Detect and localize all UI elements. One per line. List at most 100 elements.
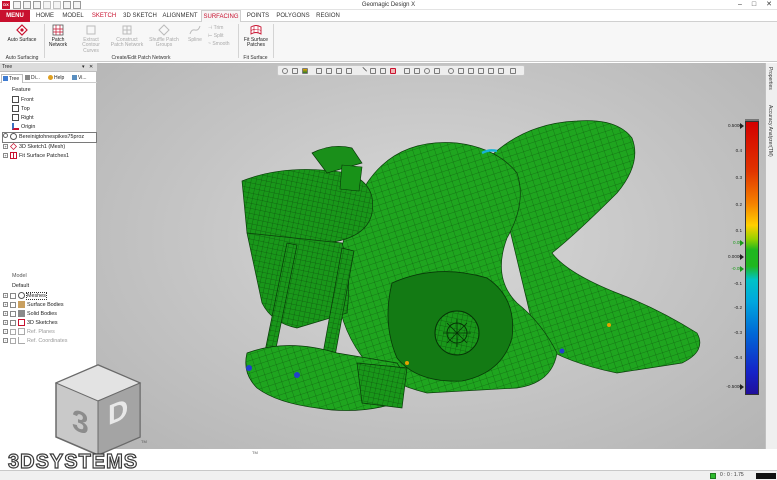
tree-item-ref-planes[interactable]: + Ref. Planes bbox=[3, 328, 55, 337]
checkbox[interactable] bbox=[10, 302, 16, 308]
checkbox[interactable] bbox=[10, 338, 16, 344]
colorbar-gradient bbox=[745, 121, 759, 395]
progress-bar bbox=[756, 473, 776, 479]
tab-polygons[interactable]: POLYGONS bbox=[276, 10, 310, 22]
extract-contour-button[interactable]: Extract Contour Curves bbox=[76, 24, 106, 54]
expand-icon[interactable]: + bbox=[3, 338, 8, 343]
expand-icon[interactable]: + bbox=[3, 302, 8, 307]
maximize-icon[interactable]: □ bbox=[747, 0, 761, 10]
checkbox[interactable] bbox=[10, 320, 16, 326]
tree-tab[interactable]: Tree bbox=[1, 74, 23, 83]
tree-item-solid-bodies[interactable]: + Solid Bodies bbox=[3, 310, 57, 319]
tree-item-origin[interactable]: Origin bbox=[12, 123, 35, 132]
tree-item-label: Bereinigtohnespikes75proz bbox=[19, 134, 85, 140]
split-button[interactable]: ⊢ Split bbox=[208, 33, 223, 40]
tree-item-fit-surface[interactable]: + Fit Surface Patches1 bbox=[3, 152, 69, 161]
trim-button[interactable]: ⊣ Trim bbox=[208, 25, 223, 32]
tree-item-default[interactable]: Default bbox=[12, 282, 29, 291]
fit-surface-icon bbox=[10, 152, 17, 159]
tree-item-3d-sketch[interactable]: +3D Sketch1 (Mesh) bbox=[3, 143, 65, 152]
expand-icon[interactable]: + bbox=[3, 320, 8, 325]
patch-network-button[interactable]: Patch Network bbox=[46, 24, 70, 54]
expand-icon[interactable]: + bbox=[3, 329, 8, 334]
plane-icon bbox=[12, 96, 19, 103]
tab-model[interactable]: MODEL bbox=[60, 10, 86, 22]
pin-icon[interactable]: ▾ bbox=[82, 63, 85, 72]
tab-3d-sketch[interactable]: 3D SKETCH bbox=[122, 10, 158, 22]
logo-tm: TM bbox=[141, 439, 147, 444]
checkbox[interactable] bbox=[10, 329, 16, 335]
checkbox[interactable] bbox=[10, 311, 16, 317]
spline-icon bbox=[189, 25, 201, 35]
tree-item-mesh[interactable]: Bereinigtohnespikes75proz bbox=[2, 132, 97, 143]
fit-surface-patches-button[interactable]: Fit Surface Patches bbox=[241, 24, 271, 54]
display-icon bbox=[25, 75, 30, 80]
colorbar-label: -0.2 bbox=[734, 305, 742, 310]
minimize-icon[interactable]: – bbox=[733, 0, 747, 10]
construct-patch-button[interactable]: Construct Patch Network bbox=[110, 24, 144, 54]
menu-button[interactable]: MENU bbox=[0, 10, 30, 22]
tree-item-label: Ref. Planes bbox=[27, 329, 55, 335]
colorbar-label: 0.2 bbox=[735, 202, 742, 207]
model-header: Model bbox=[12, 273, 27, 279]
colorbar-label: -0.5000 bbox=[726, 384, 742, 389]
close-icon[interactable]: ✕ bbox=[762, 0, 776, 10]
expand-icon[interactable]: + bbox=[3, 153, 8, 158]
expand-icon[interactable]: + bbox=[3, 293, 8, 298]
tree-item-front[interactable]: Front bbox=[12, 96, 34, 105]
auto-surface-button[interactable]: Auto Surface bbox=[6, 24, 38, 54]
group-label-fit: Fit Surface bbox=[243, 55, 268, 61]
tab-sketch[interactable]: SKETCH bbox=[90, 10, 118, 22]
spline-button[interactable]: Spline bbox=[185, 24, 205, 54]
smooth-button[interactable]: ~ Smooth bbox=[208, 41, 230, 48]
auto-surface-label: Auto Surface bbox=[7, 37, 37, 43]
tree-item-top[interactable]: Top bbox=[12, 105, 30, 114]
colorbar-label: 0.5000 bbox=[727, 123, 742, 128]
tree-item-ref-coordinates[interactable]: + Ref. Coordinates bbox=[3, 337, 67, 346]
tree-item-label: 3D Sketch1 (Mesh) bbox=[19, 144, 66, 150]
tab-alignment[interactable]: ALIGNMENT bbox=[162, 10, 198, 22]
elapsed-time: 0 : 0 : 1.75 bbox=[720, 472, 744, 478]
construct-patch-label: Construct Patch Network bbox=[110, 37, 144, 49]
wordmark-tm: TM bbox=[252, 450, 258, 455]
colorbar-marker[interactable] bbox=[740, 123, 744, 129]
tab-region[interactable]: REGION bbox=[314, 10, 342, 22]
view-tab-label: Vi... bbox=[78, 75, 87, 81]
tab-points[interactable]: POINTS bbox=[244, 10, 272, 22]
colorbar-marker[interactable] bbox=[740, 384, 744, 390]
tree-item-3d-sketches[interactable]: +3D Sketches bbox=[3, 319, 58, 328]
divider bbox=[238, 24, 239, 58]
tree-tabs: Tree Di... Help Vi... bbox=[0, 73, 97, 83]
tree-item-label: Right bbox=[21, 115, 34, 121]
expand-icon[interactable]: + bbox=[3, 311, 8, 316]
close-panel-icon[interactable]: ✕ bbox=[89, 63, 93, 72]
tree-item-right[interactable]: Right bbox=[12, 114, 34, 123]
help-tab-label: Help bbox=[54, 75, 65, 81]
colorbar-marker[interactable] bbox=[740, 254, 744, 260]
tree-item-label: Ref. Coordinates bbox=[27, 338, 68, 344]
solid-body-icon bbox=[18, 310, 25, 317]
properties-tab[interactable]: Properties bbox=[767, 67, 773, 90]
view-tab[interactable]: Vi... bbox=[71, 74, 95, 83]
visibility-icon[interactable] bbox=[3, 133, 8, 138]
help-tab[interactable]: Help bbox=[47, 74, 70, 83]
tab-home[interactable]: HOME bbox=[34, 10, 56, 22]
expand-icon[interactable]: + bbox=[3, 144, 8, 149]
plane-icon bbox=[12, 114, 19, 121]
tree-item-meshes[interactable]: + Meshes bbox=[3, 292, 47, 301]
display-tab-label: Di... bbox=[31, 75, 40, 81]
auto-surface-icon bbox=[16, 24, 28, 36]
status-bar: 0 : 0 : 1.75 bbox=[0, 470, 777, 480]
tree-item-surface-bodies[interactable]: + Surface Bodies bbox=[3, 301, 64, 310]
shuffle-patch-button[interactable]: Shuffle Patch Groups bbox=[147, 24, 181, 54]
checkbox[interactable] bbox=[10, 293, 16, 299]
colorbar-marker[interactable] bbox=[740, 266, 744, 272]
display-tab[interactable]: Di... bbox=[24, 74, 45, 83]
extract-contour-label: Extract Contour Curves bbox=[82, 37, 100, 54]
colorbar-label: 0.05 bbox=[733, 240, 742, 245]
colorbar-marker[interactable] bbox=[740, 240, 744, 246]
accuracy-analyzer-tab[interactable]: Accuracy Analyzer(TM) bbox=[767, 105, 773, 157]
tab-surfacing[interactable]: SURFACING bbox=[201, 10, 241, 22]
shuffle-patch-icon bbox=[158, 24, 170, 36]
window-title: Geomagic Design X bbox=[361, 2, 416, 8]
